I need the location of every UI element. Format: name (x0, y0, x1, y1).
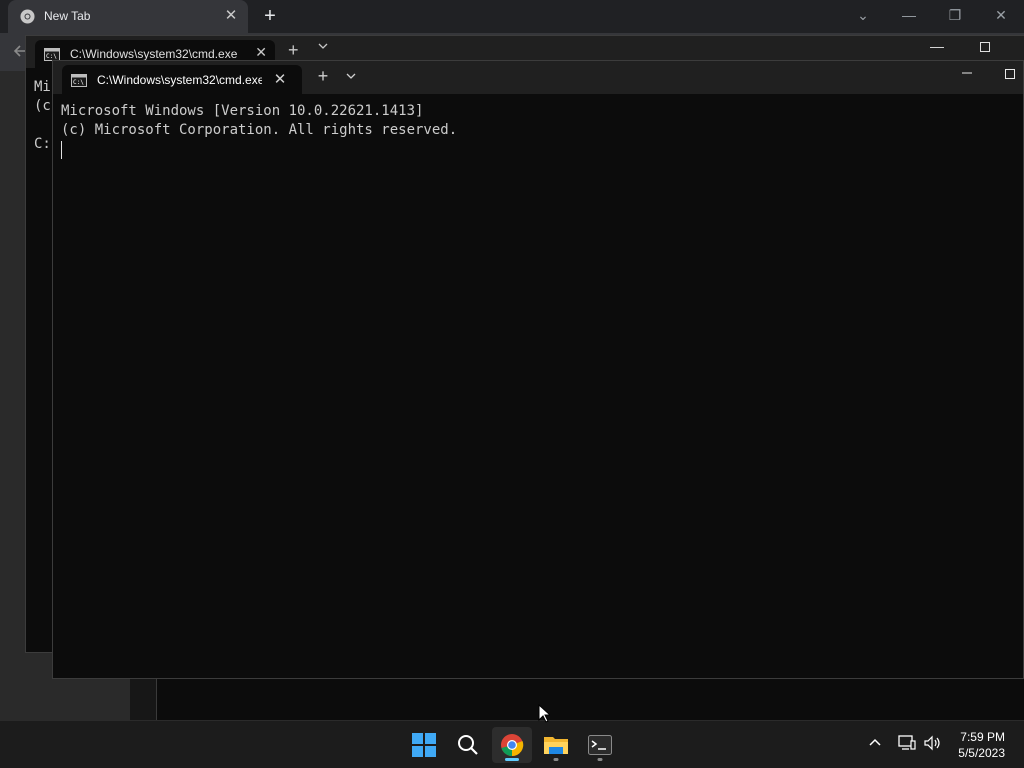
chevron-up-icon[interactable] (869, 737, 881, 747)
terminal-output: Mi (c C: (34, 78, 51, 154)
chrome-tab-title: New Tab (44, 9, 91, 23)
chevron-down-icon[interactable] (318, 42, 328, 50)
search-button[interactable] (448, 727, 488, 763)
cmd-icon: C:\ (71, 74, 87, 87)
search-icon (458, 735, 478, 755)
close-icon[interactable]: ✕ (271, 70, 289, 88)
output-line: C: (34, 136, 51, 152)
active-indicator (505, 758, 519, 761)
chrome-icon (20, 9, 35, 24)
maximize-button[interactable] (980, 42, 990, 52)
taskbar: 7:59 PM 5/5/2023 (0, 720, 1024, 768)
folder-icon (544, 737, 568, 754)
chrome-side-panel (130, 679, 158, 720)
chrome-minimize-button[interactable]: — (886, 4, 932, 26)
chrome-close-button[interactable]: ✕ (978, 4, 1024, 26)
clock-time: 7:59 PM (960, 730, 1005, 744)
minimize-button[interactable]: — (930, 38, 944, 54)
output-line: Mi (34, 79, 51, 95)
chrome-tab-close-icon[interactable]: ✕ (222, 7, 240, 25)
running-indicator (553, 758, 559, 761)
chrome-restore-button[interactable]: ❐ (932, 4, 978, 26)
copyright-line: (c) Microsoft Corporation. All rights re… (61, 122, 458, 138)
network-icon[interactable] (898, 735, 916, 751)
close-icon[interactable]: ✕ (255, 44, 267, 61)
terminal-tab-title: C:\Windows\system32\cmd.exe (97, 73, 262, 87)
clock-date: 5/5/2023 (958, 746, 1005, 760)
svg-text:C:\: C:\ (46, 53, 57, 60)
chrome-icon (501, 734, 524, 757)
terminal-tab-title: C:\Windows\system32\cmd.exe (70, 47, 238, 61)
terminal-output[interactable]: Microsoft Windows [Version 10.0.22621.14… (61, 102, 457, 140)
chrome-new-tab-button[interactable]: + (259, 5, 281, 27)
chrome-tab-search-icon[interactable]: ⌄ (840, 4, 886, 26)
mouse-pointer-icon (538, 704, 550, 723)
text-cursor (61, 141, 62, 159)
running-indicator (597, 758, 603, 761)
terminal-tabbar: C:\ C:\Windows\system32\cmd.exe ✕ + (53, 61, 1023, 94)
terminal-app[interactable] (580, 727, 620, 763)
new-tab-button[interactable]: + (315, 66, 331, 87)
terminal-tab[interactable]: C:\ C:\Windows\system32\cmd.exe ✕ (62, 65, 302, 94)
minimize-button[interactable] (961, 67, 973, 79)
terminal-icon (588, 735, 612, 755)
svg-text:C:\: C:\ (73, 79, 84, 86)
version-line: Microsoft Windows [Version 10.0.22621.14… (61, 103, 424, 119)
maximize-button[interactable] (1005, 69, 1015, 79)
volume-icon[interactable] (923, 735, 941, 751)
chrome-tabstrip: New Tab ✕ + ⌄ — ❐ ✕ (0, 0, 1024, 33)
chevron-down-icon[interactable] (346, 72, 356, 80)
file-explorer-app[interactable] (536, 727, 576, 763)
new-tab-button[interactable]: + (288, 40, 299, 61)
chrome-app[interactable] (492, 727, 532, 763)
start-button[interactable] (404, 727, 444, 763)
windows-logo-icon (412, 733, 436, 757)
chrome-tab-new-tab[interactable]: New Tab ✕ (8, 0, 248, 33)
chrome-bottom-panel (156, 679, 1024, 720)
output-line: (c (34, 98, 51, 114)
terminal-window[interactable]: C:\ C:\Windows\system32\cmd.exe ✕ + Micr… (52, 60, 1024, 679)
clock[interactable]: 7:59 PM 5/5/2023 (958, 729, 1005, 761)
